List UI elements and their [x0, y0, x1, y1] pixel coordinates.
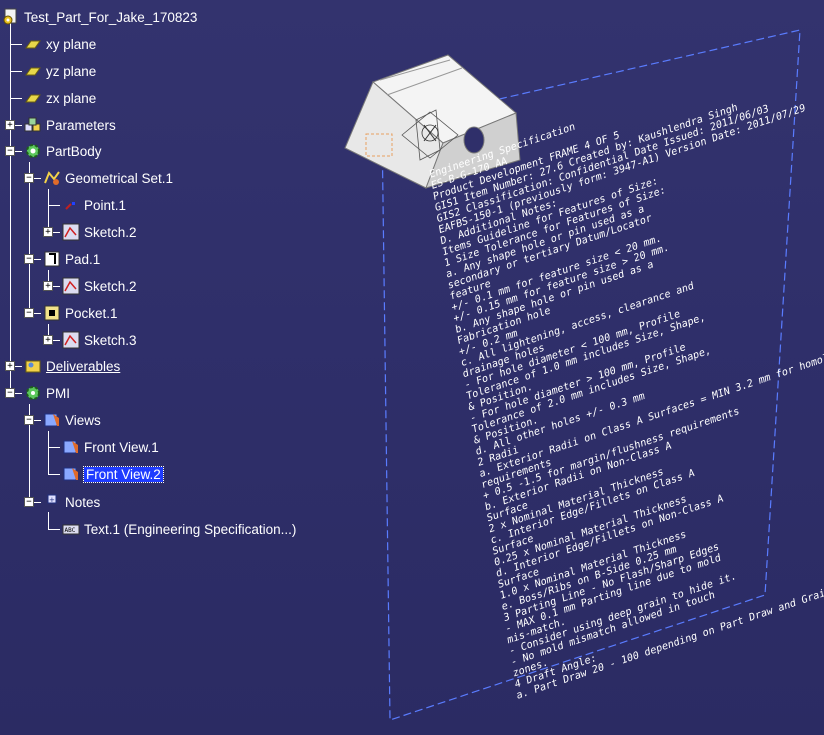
tree-node-label: Sketch.2 [84, 224, 137, 240]
collapse-toggle-views[interactable]: − [24, 415, 34, 425]
tree-node-pmi[interactable]: PMI [24, 382, 70, 404]
collapse-toggle-pad[interactable]: − [24, 254, 34, 264]
tree-node-label: xy plane [46, 36, 97, 52]
3d-viewport[interactable]: Engineering SpecificationES-B-G-170 AAPr… [330, 0, 824, 735]
tree-node-label: Parameters [46, 117, 116, 133]
tree-node-label: Pad.1 [65, 251, 101, 267]
pocket-icon [43, 304, 61, 322]
tree-node-parameters[interactable]: Parameters [24, 114, 116, 136]
tree-node-label-selected: Front View.2 [83, 465, 164, 483]
collapse-toggle-pocket[interactable]: − [24, 308, 34, 318]
tree-node-notes[interactable]: + Notes [43, 491, 100, 513]
sketch-icon [62, 277, 80, 295]
expand-toggle-sketch2a[interactable]: + [43, 227, 53, 237]
sketch-icon [62, 331, 80, 349]
tree-node-label: Notes [65, 494, 101, 510]
tree-node-label: zx plane [46, 90, 97, 106]
tree-node-sketch2-b[interactable]: Sketch.2 [62, 275, 137, 297]
pmi-icon [24, 384, 42, 402]
expand-toggle-sketch2b[interactable]: + [43, 281, 53, 291]
tree-node-views[interactable]: Views [43, 409, 101, 431]
tree-node-pocket[interactable]: Pocket.1 [43, 302, 118, 324]
tree-node-label: PartBody [46, 143, 102, 159]
tree-node-yz-plane[interactable]: yz plane [24, 60, 96, 82]
tree-node-label: Pocket.1 [65, 305, 118, 321]
tree-node-pad[interactable]: Pad.1 [43, 248, 100, 270]
pad-icon [43, 250, 61, 268]
tree-node-sketch2-a[interactable]: Sketch.2 [62, 221, 137, 243]
specification-tree: + − − + − + − + + − − − Test_Part_For_Ja… [0, 0, 340, 735]
expand-toggle-sketch3[interactable]: + [43, 335, 53, 345]
notes-icon: + [43, 493, 61, 511]
tree-node-deliverables[interactable]: Deliverables [24, 355, 120, 377]
collapse-toggle-pmi[interactable]: − [5, 388, 15, 398]
tree-node-label: Front View.1 [84, 439, 159, 455]
plane-icon [24, 89, 42, 107]
svg-text:+: + [49, 496, 55, 504]
tree-node-point[interactable]: Point.1 [62, 194, 126, 216]
tree-node-xy-plane[interactable]: xy plane [24, 33, 96, 55]
plane-icon [24, 35, 42, 53]
text-note-icon: ABC [62, 520, 80, 538]
point-icon [62, 196, 80, 214]
collapse-toggle-geoset[interactable]: − [24, 173, 34, 183]
view-icon [62, 438, 80, 456]
tree-node-label: Deliverables [46, 358, 121, 374]
plane-icon [24, 62, 42, 80]
collapse-toggle-notes[interactable]: − [24, 497, 34, 507]
collapse-toggle-partbody[interactable]: − [5, 146, 15, 156]
expand-toggle-parameters[interactable]: + [5, 120, 15, 130]
tree-node-sketch3[interactable]: Sketch.3 [62, 329, 137, 351]
part-icon [2, 8, 20, 26]
tree-node-label: Point.1 [84, 197, 127, 213]
tree-node-label: Test_Part_For_Jake_170823 [24, 9, 198, 25]
tree-node-front-view-2[interactable]: Front View.2 [62, 463, 164, 485]
tree-node-front-view-1[interactable]: Front View.1 [62, 436, 159, 458]
deliverables-icon [24, 357, 42, 375]
view-icon [62, 465, 80, 483]
svg-text:ABC: ABC [65, 527, 76, 534]
tree-node-zx-plane[interactable]: zx plane [24, 87, 96, 109]
expand-toggle-deliverables[interactable]: + [5, 361, 15, 371]
tree-node-label: Views [65, 412, 101, 428]
tree-node-partbody[interactable]: PartBody [24, 140, 102, 162]
tree-node-label: yz plane [46, 63, 97, 79]
tree-node-label: PMI [46, 385, 71, 401]
tree-node-geometrical-set[interactable]: Geometrical Set.1 [43, 167, 173, 189]
geometrical-set-icon [43, 169, 61, 187]
tree-node-label: Text.1 (Engineering Specification...) [84, 521, 297, 537]
gear-icon [24, 142, 42, 160]
sketch-icon [62, 223, 80, 241]
parameters-icon [24, 116, 42, 134]
tree-node-label: Geometrical Set.1 [65, 170, 174, 186]
tree-node-text1[interactable]: ABC Text.1 (Engineering Specification...… [62, 518, 296, 540]
tree-node-label: Sketch.2 [84, 278, 137, 294]
views-icon [43, 411, 61, 429]
tree-node-root[interactable]: Test_Part_For_Jake_170823 [2, 6, 197, 28]
tree-node-label: Sketch.3 [84, 332, 137, 348]
